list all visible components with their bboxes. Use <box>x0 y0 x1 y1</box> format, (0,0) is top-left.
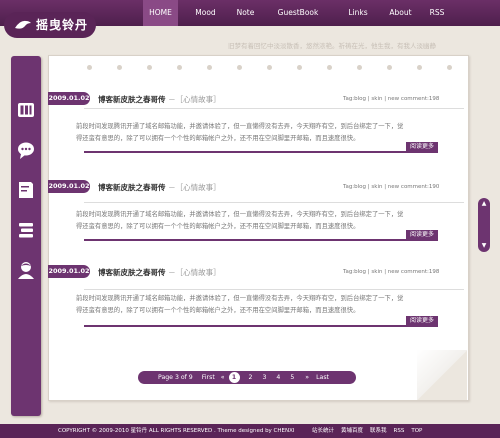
post-title[interactable]: 博客新皮肤之春哥传 －［心情故事］ <box>98 94 221 105</box>
pagination-first[interactable]: First <box>202 374 215 381</box>
binder-hole <box>207 65 212 70</box>
binder-hole <box>237 65 242 70</box>
post-excerpt-line: 前段时间发现腾讯开通了域名邮箱功能，并邀请体验了，但一直懒得没有去弄，今天翔昨有… <box>76 211 404 218</box>
site-slogan: 旧梦有着回忆中淡淡散香，悠然浓艳。祈祷在光，他生我，有我人淡幽静 <box>228 42 436 50</box>
sidebar-item-chat[interactable] <box>11 132 41 168</box>
post-category[interactable]: －［心情故事］ <box>168 268 221 277</box>
gallery-icon <box>18 103 34 117</box>
read-more-button[interactable]: 阅读更多 <box>406 316 438 326</box>
post-excerpt-line: 得还蛮有意思的，除了可以拥有一个个性的邮箱帐户之外，还不用在空间脚里开邮箱，而且… <box>76 223 360 230</box>
page-curl <box>417 350 467 400</box>
read-more-button[interactable]: 阅读更多 <box>406 142 438 152</box>
nav-rss[interactable]: RSS <box>423 0 451 26</box>
sidebar-item-archive[interactable] <box>11 212 41 248</box>
footer: COPYRIGHT © 2009-2010 星铃丹 ALL RIGHTS RES… <box>0 424 500 438</box>
pagination-page[interactable]: 3 <box>262 374 266 381</box>
binder-hole <box>117 65 122 70</box>
post-excerpt-line: 得还蛮有意思的，除了可以拥有一个个性的邮箱帐户之外，还不用在空间脚里开邮箱，而且… <box>76 135 360 142</box>
nav-note[interactable]: Note <box>233 0 258 26</box>
binder-hole <box>387 65 392 70</box>
post-date: 2009.01.02 <box>48 92 90 105</box>
post-meta: Tag:blog | skin | new comment:190 <box>343 184 440 190</box>
post-excerpt-line: 前段时间发现腾讯开通了域名邮箱功能，并邀请体验了，但一直懒得没有去弄，今天翔昨有… <box>76 295 404 302</box>
read-more-button[interactable]: 阅读更多 <box>406 230 438 240</box>
post-meta: Tag:blog | skin | new comment:198 <box>343 96 440 102</box>
user-icon <box>18 262 34 279</box>
post-excerpt-line: 前段时间发现腾讯开通了域名邮箱功能，并邀请体验了，但一直懒得没有去弄，今天翔昨有… <box>76 123 404 130</box>
footer-link-stats[interactable]: 站长统计 <box>312 424 334 438</box>
stack-icon <box>19 223 33 238</box>
main-nav: HOME Mood Note GuestBook Links About RSS <box>143 0 451 26</box>
read-more-bar <box>84 239 438 241</box>
scroll-down-arrow-icon[interactable]: ▼ <box>478 242 490 249</box>
pagination-last[interactable]: Last <box>316 374 329 381</box>
logo-text: 摇曳铃丹 <box>36 18 89 32</box>
nav-home[interactable]: HOME <box>143 0 178 26</box>
bird-logo-icon <box>15 20 31 29</box>
site-logo[interactable]: 摇曳铃丹 <box>0 0 100 40</box>
post-divider <box>84 202 464 203</box>
nav-guestbook[interactable]: GuestBook <box>258 0 338 26</box>
footer-link-contact[interactable]: 联系我 <box>370 424 387 438</box>
post-excerpt-line: 得还蛮有意思的，除了可以拥有一个个性的邮箱帐户之外，还不用在空间脚里开邮箱，而且… <box>76 307 360 314</box>
post-title-text[interactable]: 博客新皮肤之春哥传 <box>98 268 166 277</box>
sidebar <box>11 56 41 416</box>
scroll-up-arrow-icon[interactable]: ▲ <box>478 200 490 207</box>
binder-hole <box>267 65 272 70</box>
nav-about[interactable]: About <box>378 0 423 26</box>
pagination-prev[interactable]: « <box>221 374 225 381</box>
sidebar-item-profile[interactable] <box>11 252 41 288</box>
post-category[interactable]: －［心情故事］ <box>168 95 221 104</box>
pagination-page[interactable]: 4 <box>276 374 280 381</box>
pagination-info: Page 3 of 9 <box>158 374 193 381</box>
footer-copyright: COPYRIGHT © 2009-2010 星铃丹 ALL RIGHTS RES… <box>58 428 295 434</box>
notebook-icon <box>19 182 33 198</box>
post-title[interactable]: 博客新皮肤之春哥传 －［心情故事］ <box>98 182 221 193</box>
sidebar-item-gallery[interactable] <box>11 92 41 128</box>
pagination-page[interactable]: 2 <box>249 374 253 381</box>
binder-hole <box>327 65 332 70</box>
scroll-control[interactable]: ▲ ▼ <box>478 198 490 252</box>
post-title[interactable]: 博客新皮肤之春哥传 －［心情故事］ <box>98 267 221 278</box>
binder-hole <box>177 65 182 70</box>
binder-hole <box>147 65 152 70</box>
binder-hole <box>417 65 422 70</box>
post-title-text[interactable]: 博客新皮肤之春哥传 <box>98 183 166 192</box>
pagination-next[interactable]: » <box>305 374 309 381</box>
binder-hole <box>87 65 92 70</box>
footer-link-rss[interactable]: RSS <box>394 424 405 438</box>
footer-link-top[interactable]: TOP <box>411 424 422 438</box>
post-title-text[interactable]: 博客新皮肤之春哥传 <box>98 95 166 104</box>
binder-hole <box>297 65 302 70</box>
binder-hole <box>357 65 362 70</box>
pagination-page[interactable]: 5 <box>290 374 294 381</box>
chat-bubble-icon <box>18 142 34 159</box>
binder-hole <box>447 65 452 70</box>
post-date: 2009.01.02 <box>48 265 90 278</box>
nav-mood[interactable]: Mood <box>178 0 233 26</box>
post-meta: Tag:blog | skin | new comment:198 <box>343 269 440 275</box>
footer-link-baidu[interactable]: 黄埔百度 <box>341 424 363 438</box>
pagination: Page 3 of 9 First « 1 2 3 4 5 » Last <box>138 371 356 384</box>
nav-links[interactable]: Links <box>338 0 378 26</box>
post-divider <box>84 289 464 290</box>
pagination-page-current[interactable]: 1 <box>228 372 240 383</box>
read-more-bar <box>84 325 438 327</box>
post-divider <box>84 108 464 109</box>
post-category[interactable]: －［心情故事］ <box>168 183 221 192</box>
footer-links: 站长统计 黄埔百度 联系我 RSS TOP <box>312 424 429 438</box>
sidebar-item-notes[interactable] <box>11 172 41 208</box>
post-date: 2009.01.02 <box>48 180 90 193</box>
read-more-bar <box>84 151 438 153</box>
